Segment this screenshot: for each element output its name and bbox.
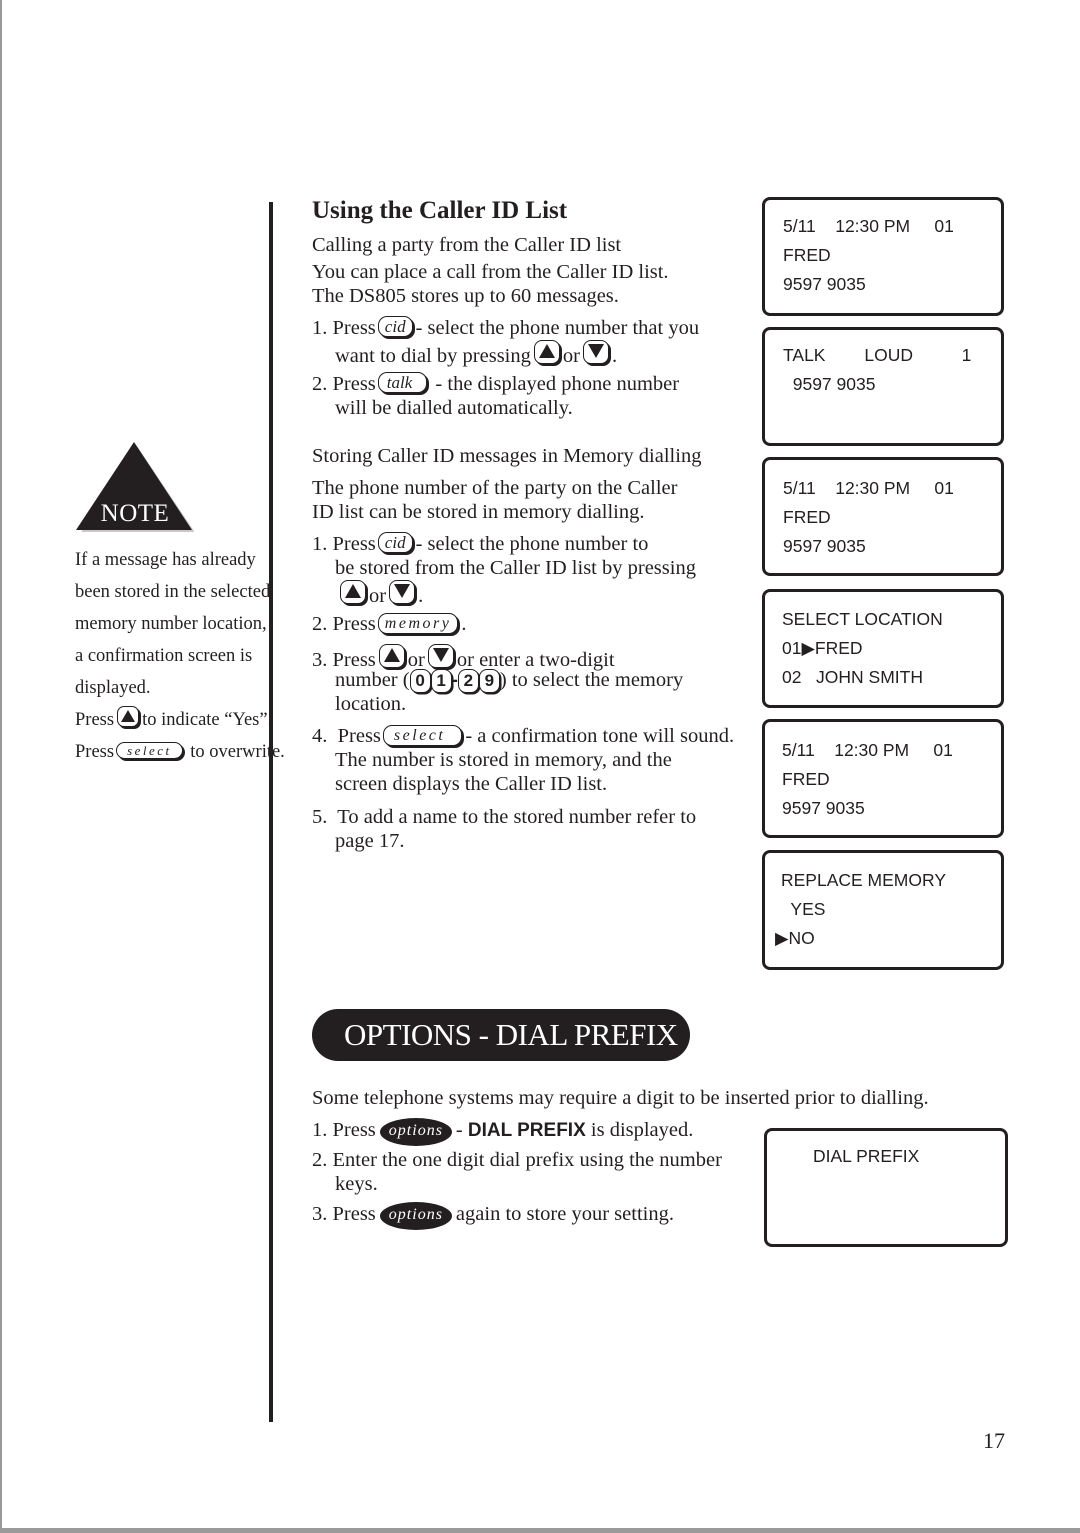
note-line: memory number location, — [75, 614, 267, 634]
subheading-calling-party: Calling a party from the Caller ID list — [312, 234, 622, 256]
talk-key-icon: talk — [377, 372, 428, 393]
subheading-storing: Storing Caller ID messages in Memory dia… — [312, 445, 702, 467]
caller-step-2-cont: will be dialled automatically. — [335, 397, 573, 419]
down-arrow-key-icon — [389, 580, 416, 604]
caller-step-1-cont: want to dial by pressing or. — [335, 340, 617, 368]
column-divider — [269, 202, 273, 1422]
digit-key-0-icon: 0 — [409, 669, 431, 693]
intro-line: The DS805 stores up to 60 messages. — [312, 285, 619, 307]
storing-step-1: 1. Press cid - select the phone number to — [312, 532, 649, 555]
section-title-caller-id: Using the Caller ID List — [312, 197, 568, 224]
storing-step-5-cont: page 17. — [335, 830, 405, 852]
storing-step-5: 5. To add a name to the stored number re… — [312, 806, 697, 828]
storing-step-3-cont2: location. — [335, 693, 407, 715]
note-line: been stored in the selected — [75, 582, 271, 602]
note-line: If a message has already — [75, 550, 256, 570]
down-arrow-key-icon — [427, 644, 454, 668]
storing-step-3-cont: number (0 1-2 9) to select the memory — [335, 669, 684, 693]
dial-prefix-step-2-cont: keys. — [335, 1173, 378, 1195]
caller-step-1: 1. Press cid - select the phone number tha… — [312, 316, 700, 339]
up-arrow-key-icon — [117, 706, 140, 727]
lcd-screen-replace-memory: REPLACE MEMORY YES ▶NO — [762, 850, 1004, 970]
storing-step-1-cont: be stored from the Caller ID list by pre… — [335, 557, 696, 579]
dial-prefix-step-2: 2. Enter the one digit dial prefix using… — [312, 1149, 722, 1171]
down-arrow-key-icon — [582, 340, 609, 364]
options-key-icon: options — [379, 1202, 452, 1230]
intro-line: The phone number of the party on the Cal… — [312, 477, 678, 499]
options-key-icon: options — [379, 1118, 452, 1146]
storing-step-4-cont2: screen displays the Caller ID list. — [335, 773, 608, 795]
intro-line: ID list can be stored in memory dialling… — [312, 501, 645, 523]
up-arrow-key-icon — [378, 644, 405, 668]
note-line: a confirmation screen is — [75, 646, 253, 666]
dial-prefix-intro: Some telephone systems may require a dig… — [312, 1087, 929, 1109]
storing-step-4-cont: The number is stored in memory, and the — [335, 749, 672, 771]
note-press-up: Press to indicate “Yes”. — [75, 704, 275, 736]
cid-key-icon: cid — [377, 316, 413, 337]
note-text: If a message has already been stored in … — [75, 544, 285, 768]
dial-prefix-step-3: 3. Press options again to store your setti… — [312, 1202, 674, 1230]
digit-key-2-icon: 2 — [457, 669, 479, 693]
storing-step-4: 4. Press select - a confirmation tone will… — [312, 725, 735, 747]
section-banner-dial-prefix: OPTIONS - DIAL PREFIX — [312, 1009, 690, 1061]
storing-step-2: 2. Press memory. — [312, 613, 467, 635]
intro-line: You can place a call from the Caller ID … — [312, 261, 669, 283]
page-number: 17 — [983, 1428, 1005, 1453]
lcd-screen-talk: TALK LOUD 1 9597 9035 — [762, 327, 1004, 446]
select-key-icon: select — [116, 742, 183, 759]
digit-key-9-icon: 9 — [478, 669, 500, 693]
caller-step-2: 2. Press talk - the displayed phone numbe… — [312, 372, 680, 395]
up-arrow-key-icon — [340, 580, 366, 604]
lcd-screen-caller-entry: 5/11 12:30 PM 01 FRED 9597 9035 — [762, 719, 1004, 838]
page-edge-left — [0, 0, 2, 1533]
lcd-screen-caller-entry: 5/11 12:30 PM 01 FRED 9597 9035 — [762, 197, 1004, 316]
storing-step-1-arrows: or. — [337, 580, 423, 608]
lcd-screen-caller-entry: 5/11 12:30 PM 01 FRED 9597 9035 — [762, 457, 1004, 576]
lcd-screen-select-location: SELECT LOCATION 01▶FRED 02 JOHN SMITH — [762, 589, 1004, 708]
digit-key-1-icon: 1 — [430, 669, 452, 693]
memory-key-icon: memory — [377, 613, 459, 634]
note-line: displayed. — [75, 678, 151, 698]
page-edge-bottom — [0, 1528, 1080, 1533]
select-key-icon: select — [382, 725, 463, 746]
lcd-screen-dial-prefix: DIAL PREFIX — [764, 1128, 1008, 1247]
note-badge-label: NOTE — [100, 500, 170, 527]
up-arrow-key-icon — [533, 340, 560, 364]
dial-prefix-step-1: 1. Press options - DIAL PREFIX is displaye… — [312, 1118, 693, 1146]
cid-key-icon: cid — [377, 532, 413, 553]
note-press-select: Press select to overwrite. — [75, 742, 285, 762]
